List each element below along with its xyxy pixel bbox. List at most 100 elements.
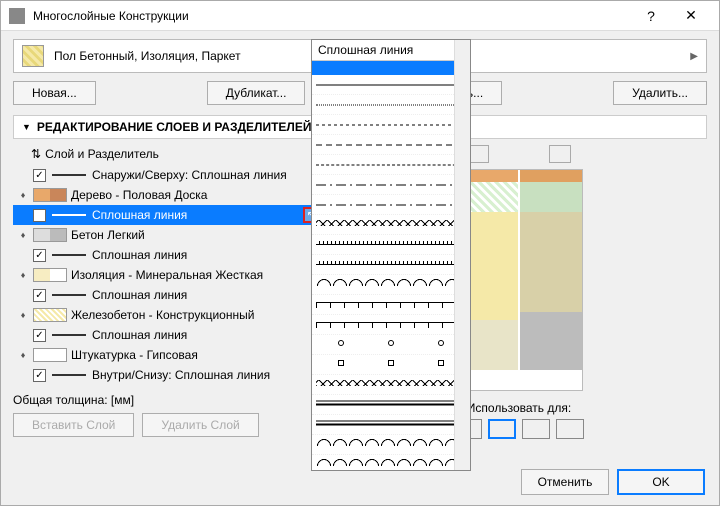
- linetype-option[interactable]: [312, 315, 470, 335]
- composite-swatch-icon: [22, 45, 44, 67]
- titlebar: Многослойные Конструкции ? ✕: [1, 1, 719, 31]
- dropdown-title: Сплошная линия: [312, 40, 470, 61]
- preview-mode-icons: [467, 145, 571, 163]
- layer-row[interactable]: ♦ Изоляция - Минеральная Жесткая: [13, 265, 323, 285]
- checkbox[interactable]: ✓: [33, 209, 46, 222]
- expand-icon: ♦: [17, 270, 29, 280]
- fill-mode-icon[interactable]: [549, 145, 571, 163]
- layer-swatch-icon: [33, 188, 67, 202]
- linetype-option[interactable]: [312, 95, 470, 115]
- row-label: Внутри/Снизу: Сплошная линия: [92, 368, 323, 382]
- row-label: Сплошная линия: [92, 288, 323, 302]
- layer-swatch-icon: [33, 348, 67, 362]
- linetype-option[interactable]: [312, 355, 470, 375]
- row-label: Железобетон - Конструкционный: [71, 308, 323, 322]
- linetype-option[interactable]: [312, 395, 470, 415]
- collapse-icon: ▼: [22, 122, 31, 132]
- linetype-option[interactable]: [312, 335, 470, 355]
- ok-button[interactable]: OK: [617, 469, 705, 495]
- linetype-option[interactable]: [312, 275, 470, 295]
- separator-row[interactable]: ✓ Снаружи/Сверху: Сплошная линия: [13, 165, 323, 185]
- line-preview-icon: [52, 254, 86, 256]
- app-icon: [9, 8, 25, 24]
- cancel-button[interactable]: Отменить: [521, 469, 609, 495]
- expand-icon: ♦: [17, 190, 29, 200]
- preview-col-2: [520, 170, 582, 390]
- separator-row[interactable]: ✓Сплошная линия↖: [13, 205, 323, 225]
- remove-layer-button[interactable]: Удалить Слой: [142, 413, 258, 437]
- dropdown-scrollbar[interactable]: [454, 40, 470, 470]
- expand-icon: ♦: [17, 310, 29, 320]
- use-for-shapes: [454, 419, 584, 439]
- thickness-label: Общая толщина: [мм]: [13, 393, 323, 407]
- separator-row[interactable]: ✓ Сплошная линия: [13, 285, 323, 305]
- linetype-option[interactable]: [312, 135, 470, 155]
- shape-shell-icon[interactable]: [556, 419, 584, 439]
- line-preview-icon: [52, 174, 86, 176]
- line-preview-icon: [52, 214, 86, 216]
- banner-arrow-icon: ▶: [690, 51, 698, 62]
- row-label: Сплошная линия: [92, 328, 323, 342]
- linetype-option[interactable]: [312, 415, 470, 435]
- checkbox[interactable]: ✓: [33, 249, 46, 262]
- layer-row[interactable]: ♦ Штукатурка - Гипсовая: [13, 345, 323, 365]
- dialog-buttons: Отменить OK: [521, 469, 705, 495]
- layer-swatch-icon: [33, 228, 67, 242]
- row-label: Дерево - Половая Доска: [71, 188, 323, 202]
- duplicate-button[interactable]: Дубликат...: [207, 81, 306, 105]
- linetype-option[interactable]: [312, 455, 470, 470]
- layer-row[interactable]: ♦ Дерево - Половая Доска: [13, 185, 323, 205]
- row-label: Снаружи/Сверху: Сплошная линия: [92, 168, 323, 182]
- structure-preview: [455, 169, 583, 391]
- linetype-option[interactable]: [312, 215, 470, 235]
- checkbox[interactable]: ✓: [33, 169, 46, 182]
- separator-icon: ⇅: [31, 147, 41, 161]
- use-for-label: Использовать для:: [467, 401, 571, 415]
- linetype-dropdown[interactable]: Сплошная линия: [311, 39, 471, 471]
- line-preview-icon: [52, 334, 86, 336]
- tree-header: ⇅ Слой и Разделитель: [13, 145, 323, 165]
- checkbox[interactable]: ✓: [33, 289, 46, 302]
- layer-row[interactable]: ♦ Железобетон - Конструкционный: [13, 305, 323, 325]
- dropdown-list: [312, 75, 470, 470]
- linetype-option[interactable]: [312, 235, 470, 255]
- linetype-option[interactable]: [312, 155, 470, 175]
- separator-row[interactable]: ✓ Сплошная линия: [13, 325, 323, 345]
- help-button[interactable]: ?: [631, 8, 671, 24]
- row-label: Бетон Легкий: [71, 228, 323, 242]
- linetype-option[interactable]: [312, 255, 470, 275]
- dropdown-selected-row[interactable]: [312, 61, 470, 75]
- linetype-option[interactable]: [312, 295, 470, 315]
- layer-actions: Вставить Слой Удалить Слой: [13, 413, 323, 437]
- expand-icon: ♦: [17, 350, 29, 360]
- dialog-window: Многослойные Конструкции ? ✕ Пол Бетонны…: [0, 0, 720, 506]
- separator-row[interactable]: ✓ Сплошная линия: [13, 245, 323, 265]
- row-label: Сплошная линия: [92, 248, 323, 262]
- layer-swatch-icon: [33, 308, 67, 322]
- linetype-option[interactable]: [312, 195, 470, 215]
- layer-swatch-icon: [33, 268, 67, 282]
- checkbox[interactable]: ✓: [33, 369, 46, 382]
- window-title: Многослойные Конструкции: [33, 9, 631, 23]
- expand-icon: ♦: [17, 230, 29, 240]
- tree-header-label: Слой и Разделитель: [45, 147, 159, 161]
- shape-slab-icon[interactable]: [488, 419, 516, 439]
- insert-layer-button[interactable]: Вставить Слой: [13, 413, 134, 437]
- layer-row[interactable]: ♦ Бетон Легкий: [13, 225, 323, 245]
- new-button[interactable]: Новая...: [13, 81, 96, 105]
- linetype-option[interactable]: [312, 375, 470, 395]
- linetype-option[interactable]: [312, 75, 470, 95]
- line-preview-icon: [52, 374, 86, 376]
- layer-tree: ⇅ Слой и Разделитель ✓ Снаружи/Сверху: Сп…: [13, 145, 323, 439]
- linetype-option[interactable]: [312, 175, 470, 195]
- close-button[interactable]: ✕: [671, 7, 711, 24]
- separator-row[interactable]: ✓ Внутри/Снизу: Сплошная линия: [13, 365, 323, 385]
- linetype-option[interactable]: [312, 115, 470, 135]
- checkbox[interactable]: ✓: [33, 329, 46, 342]
- delete-button[interactable]: Удалить...: [613, 81, 707, 105]
- section-title: РЕДАКТИРОВАНИЕ СЛОЕВ И РАЗДЕЛИТЕЛЕЙ КОН: [37, 120, 340, 134]
- shape-roof-icon[interactable]: [522, 419, 550, 439]
- linetype-option[interactable]: [312, 435, 470, 455]
- row-label: Изоляция - Минеральная Жесткая: [71, 268, 323, 282]
- row-label: Штукатурка - Гипсовая: [71, 348, 323, 362]
